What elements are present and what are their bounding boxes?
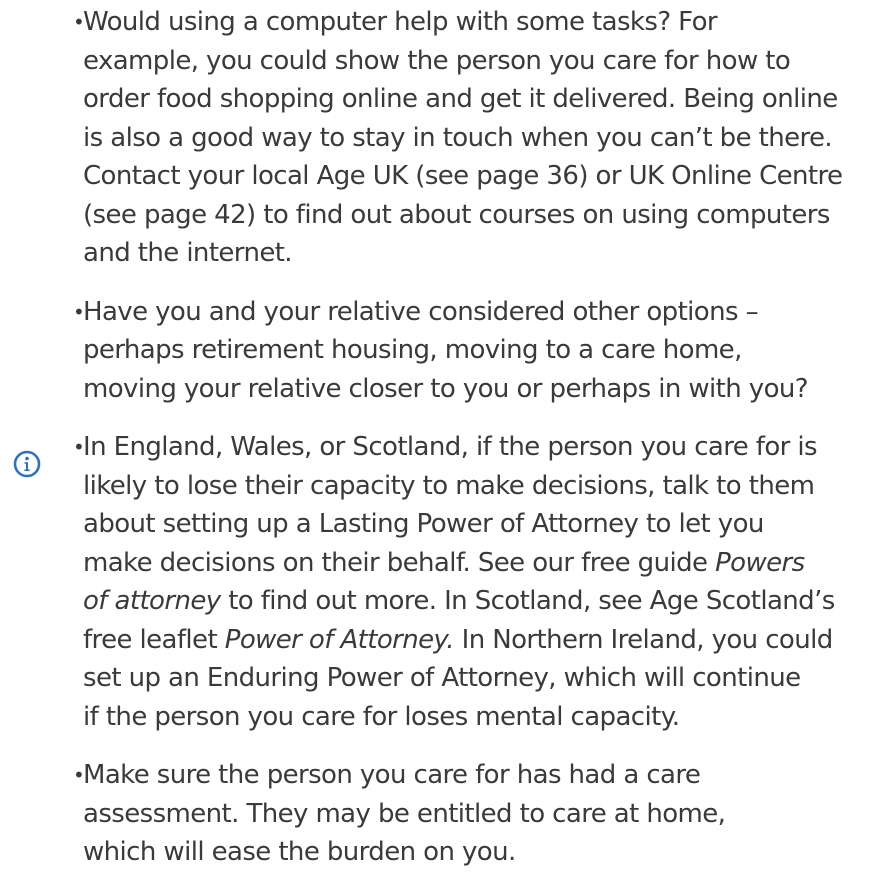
text-line: make decisions on their behalf. See our …: [83, 544, 865, 583]
text-line: likely to lose their capacity to make de…: [83, 470, 815, 501]
guide-title: Powers: [715, 547, 805, 578]
text-line: which will ease the burden on you.: [83, 837, 516, 867]
text-fragment: free leaflet: [83, 624, 218, 655]
leaflet-title: Power of Attorney.: [224, 624, 455, 655]
bullet-marker: •: [73, 435, 85, 459]
text-line: In England, Wales, or Scotland, if the p…: [83, 432, 818, 462]
bullet-marker: •: [73, 763, 85, 787]
text-line: Would using a computer help with some ta…: [83, 7, 718, 37]
text-line: free leaflet Power of Attorney. In North…: [83, 621, 865, 660]
text-line: perhaps retirement housing, moving to a …: [83, 335, 742, 365]
text-line: order food shopping online and get it de…: [83, 84, 838, 114]
bullet-marker: •: [73, 10, 85, 34]
bullet-list: • Would using a computer help with some …: [73, 3, 865, 892]
text-line: Make sure the person you care for has ha…: [83, 760, 701, 790]
text-line: Have you and your relative considered ot…: [83, 296, 759, 327]
text-fragment: to find out more. In Scotland, see Age S…: [228, 586, 835, 616]
list-item: • In England, Wales, or Scotland, if the…: [73, 428, 865, 736]
document-page: • Would using a computer help with some …: [0, 0, 871, 867]
text-line: example, you could show the person you c…: [83, 45, 791, 76]
text-line: if the person you care for loses mental …: [83, 701, 680, 732]
info-icon: [13, 450, 41, 478]
list-item: • Have you and your relative considered …: [73, 293, 865, 409]
bullet-marker: •: [73, 299, 85, 324]
guide-title: of attorney: [83, 586, 221, 616]
text-line: set up an Enduring Power of Attorney, wh…: [83, 663, 801, 693]
text-fragment: make decisions on their behalf. See our …: [83, 547, 708, 578]
list-item: • Make sure the person you care for has …: [73, 756, 865, 872]
text-fragment: In Northern Ireland, you could: [461, 624, 834, 655]
text-line: assessment. They may be entitled to care…: [83, 798, 726, 829]
text-line: moving your relative closer to you or pe…: [83, 373, 809, 404]
text-line: and the internet.: [83, 238, 293, 268]
text-line: of attorney to find out more. In Scotlan…: [83, 582, 865, 621]
text-line: is also a good way to stay in touch when…: [83, 122, 833, 153]
text-line: (see page 42) to find out about courses …: [83, 199, 830, 230]
text-line: Contact your local Age UK (see page 36) …: [83, 161, 843, 191]
text-line: about setting up a Lasting Power of Atto…: [83, 509, 764, 539]
list-item: • Would using a computer help with some …: [73, 3, 865, 273]
